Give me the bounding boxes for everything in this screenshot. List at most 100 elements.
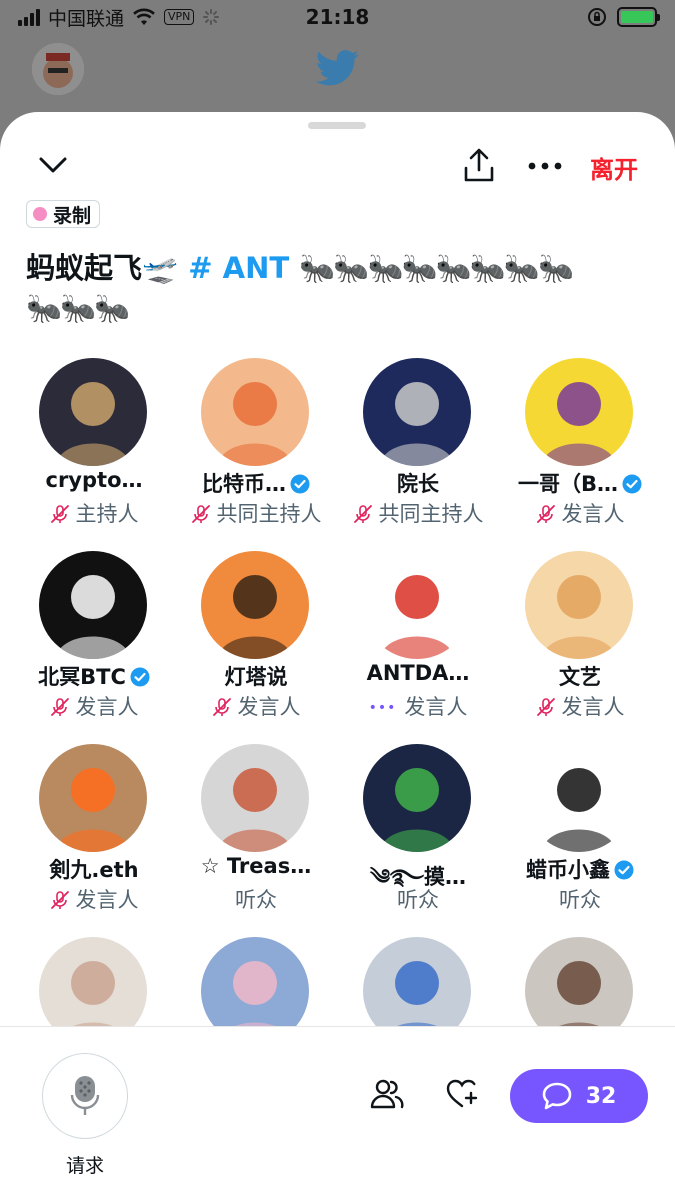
participant-avatar[interactable]: [525, 551, 633, 659]
participant-role-label: 发言人: [237, 695, 301, 719]
participant-avatar[interactable]: [39, 744, 147, 852]
comments-button[interactable]: 32: [510, 1069, 648, 1123]
participant-avatar[interactable]: [525, 744, 633, 852]
participant-role: 共同主持人: [336, 498, 500, 528]
participant-role-label: 听众: [397, 888, 439, 912]
chat-bubble-icon: [542, 1082, 571, 1110]
participant-name: 灯塔说: [224, 665, 288, 689]
participant-card[interactable]: 院长 共同主持人: [336, 358, 500, 548]
participant-role: 发言人: [12, 691, 176, 721]
share-icon[interactable]: [462, 148, 496, 184]
participant-role: 听众: [336, 884, 500, 914]
hashtag-link[interactable]: # ANT: [188, 251, 289, 285]
participant-card[interactable]: 灯塔说发言人: [174, 551, 338, 741]
status-bar: 中国联通 VPN 21:18: [0, 0, 675, 34]
participant-avatar[interactable]: [201, 358, 309, 466]
recording-badge: 录制: [26, 200, 101, 228]
participant-card[interactable]: 比特币… 共同主持人: [174, 358, 338, 548]
participant-role-label: 共同主持人: [378, 502, 484, 526]
participant-avatar[interactable]: [363, 358, 471, 466]
sheet-grabber[interactable]: [308, 122, 366, 129]
chevron-down-icon[interactable]: [38, 154, 68, 176]
bottom-bar: 请求 32: [0, 1026, 675, 1200]
participant-role-label: 共同主持人: [216, 502, 322, 526]
rotation-lock-icon: [588, 8, 606, 26]
profile-avatar[interactable]: [32, 43, 84, 95]
participant-role: 听众: [498, 884, 662, 914]
record-dot-icon: [33, 207, 47, 221]
participant-avatar[interactable]: [39, 551, 147, 659]
participant-name: 北冥BTC: [12, 661, 176, 691]
request-mic-button[interactable]: [42, 1053, 128, 1139]
vpn-badge: VPN: [164, 9, 195, 25]
participant-role: 听众: [174, 884, 338, 914]
microphone-muted-icon: [353, 505, 372, 523]
participant-role-label: 发言人: [561, 695, 625, 719]
participant-role-label: 听众: [559, 888, 601, 912]
participant-role: 主持人: [12, 498, 176, 528]
participant-role-label: 发言人: [75, 888, 139, 912]
speaking-indicator-icon: •••: [368, 700, 397, 716]
microphone-muted-icon: [50, 505, 69, 523]
participant-card[interactable]: 北冥BTC 发言人: [12, 551, 176, 741]
microphone-muted-icon: [191, 505, 210, 523]
wifi-icon: [133, 8, 155, 25]
people-icon[interactable]: [370, 1077, 404, 1111]
participant-name: ANTDA…: [366, 661, 470, 685]
participant-name: 一哥（B…: [498, 468, 662, 498]
participant-name: 蜡币小鑫: [498, 854, 662, 884]
participant-avatar[interactable]: [39, 358, 147, 466]
ant-emojis-line1: 🐜🐜🐜🐜🐜🐜🐜🐜: [299, 251, 574, 285]
ant-emojis-line2: 🐜🐜🐜: [26, 291, 130, 325]
recording-label: 录制: [53, 204, 92, 227]
participant-role-label: 发言人: [404, 695, 468, 719]
microphone-muted-icon: [212, 698, 231, 716]
participant-role-label: 主持人: [75, 502, 139, 526]
comment-count: 32: [585, 1083, 617, 1109]
participant-card[interactable]: 剣九.eth 发言人: [12, 744, 176, 934]
microphone-muted-icon: [536, 505, 555, 523]
microphone-muted-icon: [50, 698, 69, 716]
microphone-muted-icon: [536, 698, 555, 716]
participant-card[interactable]: 文艺 发言人: [498, 551, 662, 741]
participant-avatar[interactable]: [525, 358, 633, 466]
more-options-icon[interactable]: [528, 162, 562, 170]
space-title-text: 蚂蚁起飞: [26, 251, 143, 285]
participant-name: 文艺: [559, 665, 601, 689]
carrier-label: 中国联通: [48, 7, 125, 30]
participant-role: 共同主持人: [174, 498, 338, 528]
participant-card[interactable]: crypto… 主持人: [12, 358, 176, 548]
participant-card[interactable]: 蜡币小鑫 听众: [498, 744, 662, 934]
battery-icon: [617, 7, 660, 27]
airplane-emoji: 🛫: [142, 251, 179, 285]
verified-badge-icon: [622, 474, 642, 494]
participant-avatar[interactable]: [363, 551, 471, 659]
participant-name: 比特币…: [174, 468, 338, 498]
loading-spinner-icon: [203, 9, 220, 25]
participant-card[interactable]: ༄࿐摸… 听众: [336, 744, 500, 934]
verified-badge-icon: [130, 667, 150, 687]
participant-role-label: 发言人: [75, 695, 139, 719]
participant-role: 发言人: [498, 498, 662, 528]
verified-badge-icon: [290, 474, 310, 494]
leave-button[interactable]: 离开: [590, 150, 638, 185]
participant-card[interactable]: 一哥（B… 发言人: [498, 358, 662, 548]
participant-role: 发言人: [12, 884, 176, 914]
participant-role: 发言人: [498, 691, 662, 721]
participant-avatar[interactable]: [363, 744, 471, 852]
microphone-icon: [70, 1076, 100, 1115]
verified-badge-icon: [614, 860, 634, 880]
participant-card[interactable]: ANTDA… ••• 发言人: [336, 551, 500, 741]
participant-role: ••• 发言人: [336, 691, 500, 721]
participant-avatar[interactable]: [201, 551, 309, 659]
participant-avatar[interactable]: [201, 744, 309, 852]
participant-card[interactable]: ☆ Treas… 听众: [174, 744, 338, 934]
participant-name: 剣九.eth: [49, 858, 139, 882]
request-label: 请求: [65, 1155, 104, 1177]
space-title: 蚂蚁起飞🛫 # ANT 🐜🐜🐜🐜🐜🐜🐜🐜 🐜🐜🐜: [26, 248, 646, 328]
heart-plus-icon[interactable]: [446, 1079, 478, 1109]
participant-role-label: 发言人: [561, 502, 625, 526]
participant-role-label: 听众: [235, 888, 277, 912]
participant-role: 发言人: [174, 691, 338, 721]
participant-name: ☆ Treas…: [200, 854, 312, 878]
